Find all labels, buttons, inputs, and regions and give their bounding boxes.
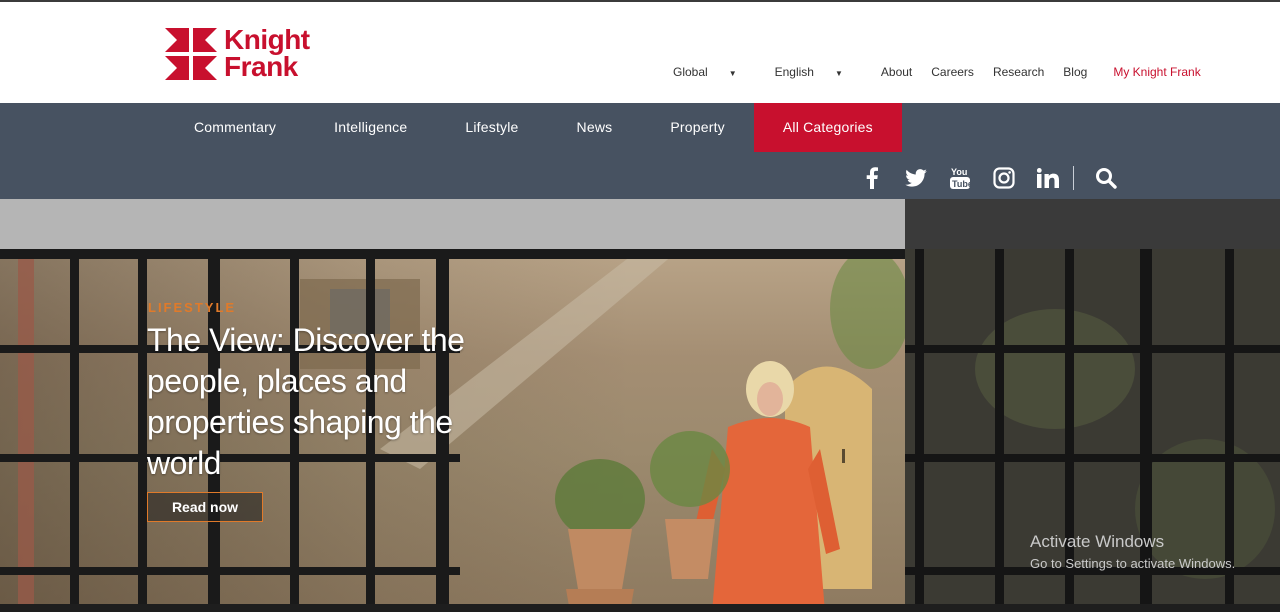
twitter-icon[interactable] — [904, 166, 928, 190]
facebook-icon[interactable] — [860, 166, 884, 190]
search-icon[interactable] — [1094, 166, 1118, 190]
nav-commentary[interactable]: Commentary — [165, 103, 305, 152]
logo-line-2: Frank — [224, 51, 298, 82]
activate-subtitle: Go to Settings to activate Windows. — [1030, 556, 1236, 571]
nav-property[interactable]: Property — [641, 103, 754, 152]
nav-news[interactable]: News — [548, 103, 642, 152]
logo-line-1: Knight — [224, 24, 310, 55]
svg-text:Tube: Tube — [952, 179, 970, 189]
my-knight-frank-link[interactable]: My Knight Frank — [1113, 65, 1200, 79]
english-label: English — [774, 65, 814, 79]
blog-link[interactable]: Blog — [1063, 65, 1087, 79]
read-now-button[interactable]: Read now — [147, 492, 263, 522]
hero-section: LIFESTYLE The View: Discover the people,… — [0, 199, 1280, 612]
about-link[interactable]: About — [881, 65, 912, 79]
global-dropdown[interactable]: Global ▼ — [673, 65, 756, 79]
careers-link[interactable]: Careers — [931, 65, 974, 79]
hero-category-label[interactable]: LIFESTYLE — [148, 300, 236, 315]
windows-activation-watermark: Activate Windows Go to Settings to activ… — [1030, 532, 1235, 571]
nav-all-categories[interactable]: All Categories — [753, 103, 902, 152]
research-link[interactable]: Research — [993, 65, 1044, 79]
nav-intelligence[interactable]: Intelligence — [305, 103, 436, 152]
caret-down-icon: ▼ — [728, 69, 737, 78]
utility-nav: Global ▼ English ▼ About Careers Research … — [673, 65, 1201, 79]
logo-wordmark: Knight Frank — [224, 24, 310, 82]
site-header: Knight Frank Global ▼ English ▼ About Care… — [0, 2, 1280, 103]
linkedin-icon[interactable] — [1036, 166, 1060, 190]
nav-lifestyle[interactable]: Lifestyle — [436, 103, 547, 152]
os-taskbar — [0, 604, 1280, 612]
language-dropdown[interactable]: English ▼ — [775, 65, 862, 79]
activate-title: Activate Windows — [1030, 532, 1165, 551]
knight-frank-logo[interactable]: Knight Frank — [165, 26, 325, 82]
logo-mark-icon — [165, 28, 217, 80]
caret-down-icon: ▼ — [834, 69, 843, 78]
hero-headline[interactable]: The View: Discover the people, places an… — [147, 320, 527, 484]
hero-top-band-dark — [905, 199, 1280, 249]
social-links: You Tube — [860, 164, 1138, 192]
youtube-icon[interactable]: You Tube — [948, 166, 972, 190]
instagram-icon[interactable] — [992, 166, 1016, 190]
svg-text:You: You — [951, 167, 967, 177]
social-divider — [1073, 166, 1074, 190]
hero-top-band — [0, 199, 905, 249]
main-navigation: Commentary Intelligence Lifestyle News P… — [0, 103, 1280, 199]
category-menu: Commentary Intelligence Lifestyle News P… — [165, 103, 902, 152]
global-label: Global — [673, 65, 708, 79]
